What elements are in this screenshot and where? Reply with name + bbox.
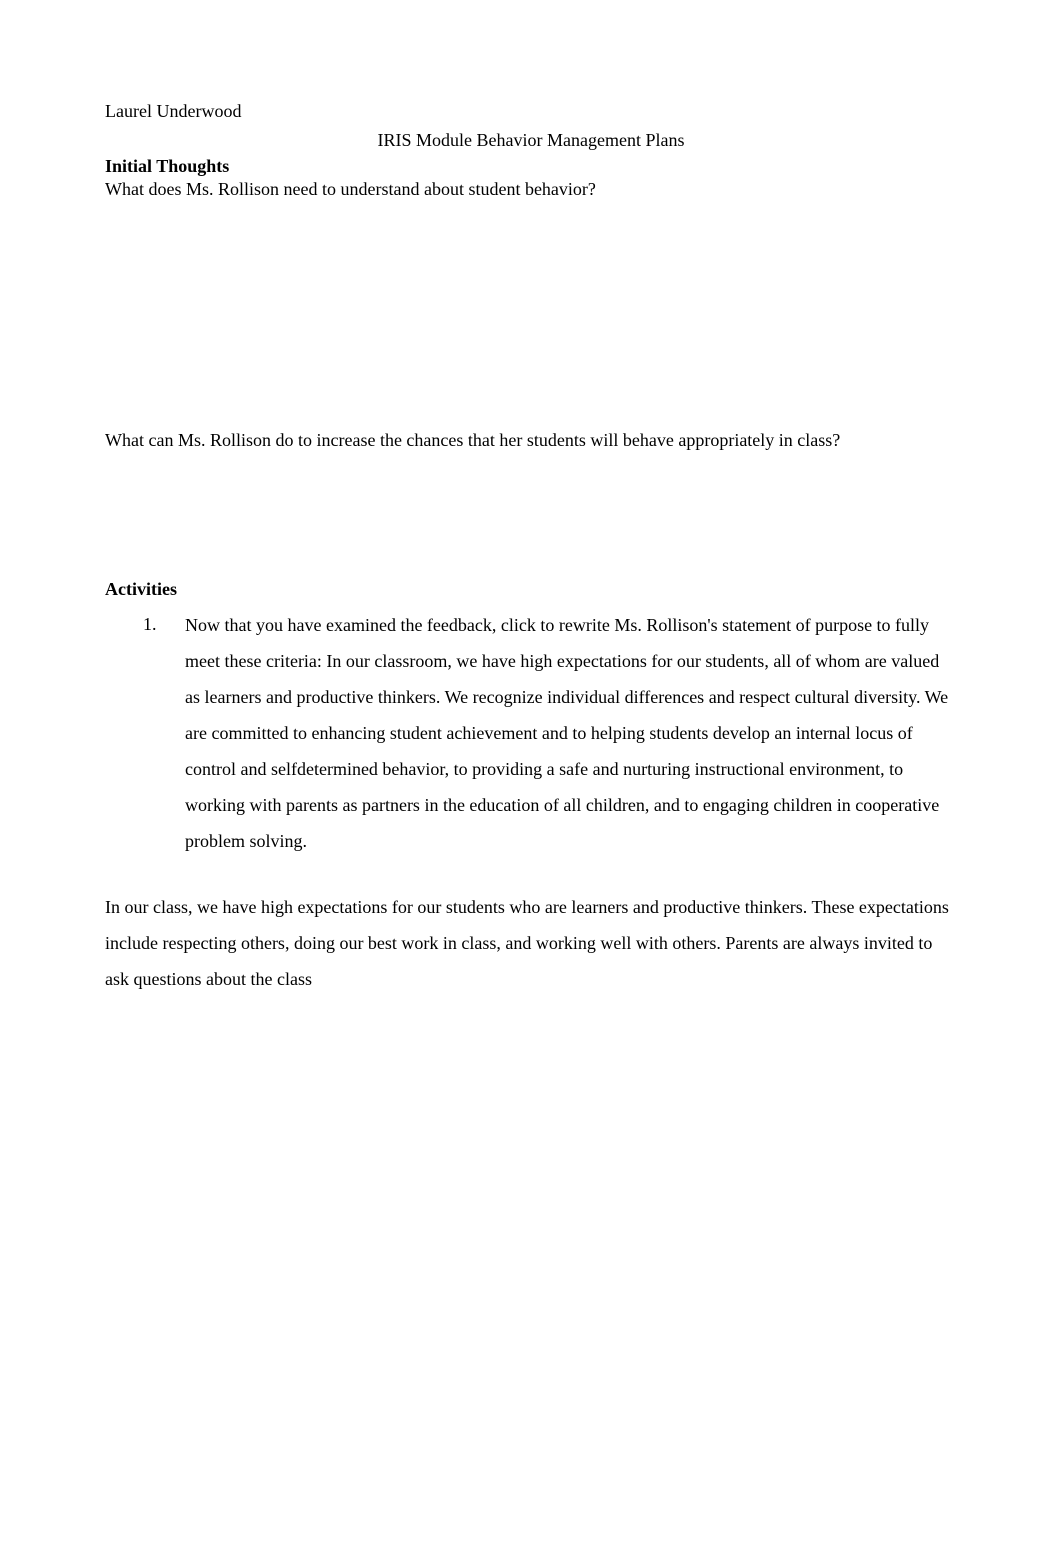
document-title: IRIS Module Behavior Management Plans (105, 129, 957, 152)
initial-thoughts-heading: Initial Thoughts (105, 155, 957, 178)
activities-heading: Activities (105, 578, 957, 601)
closing-paragraph: In our class, we have high expectations … (105, 889, 957, 997)
activity-item-1: 1. Now that you have examined the feedba… (143, 607, 957, 859)
activity-number: 1. (143, 607, 185, 859)
author-name: Laurel Underwood (105, 100, 957, 123)
activity-text: Now that you have examined the feedback,… (185, 607, 957, 859)
question-2: What can Ms. Rollison do to increase the… (105, 422, 957, 458)
question-1: What does Ms. Rollison need to understan… (105, 178, 957, 201)
